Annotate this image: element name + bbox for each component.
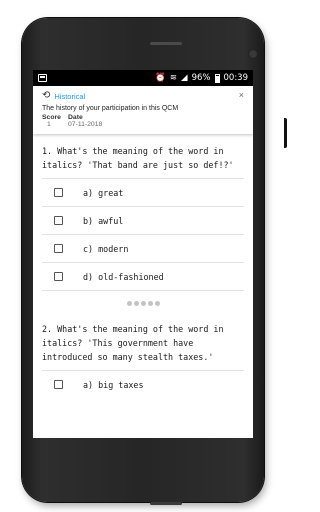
answer-option[interactable]: b) awful — [42, 206, 244, 234]
answer-label: c) modern — [83, 243, 129, 254]
answer-option[interactable]: d) old-fashioned — [42, 262, 244, 290]
question-text: 1. What's the meaning of the word in ita… — [42, 146, 234, 170]
close-icon[interactable]: × — [239, 90, 244, 100]
battery-icon — [214, 73, 220, 83]
answer-label: d) old-fashioned — [83, 271, 164, 282]
notification-icon — [38, 74, 47, 82]
clock: 00:39 — [223, 73, 249, 83]
answer-option[interactable]: c) modern — [42, 234, 244, 262]
status-bar: ⏰ ≋ ◢ 96% 00:39 — [33, 70, 253, 86]
pager-dot — [154, 301, 160, 306]
earpiece-speaker — [150, 42, 182, 45]
history-subtitle: The history of your participation in thi… — [42, 105, 179, 112]
score-header: Score — [42, 114, 61, 121]
history-title: Historical — [54, 91, 86, 101]
history-table: Score Date 1 07-11-2018 — [42, 114, 244, 128]
answer-checkbox[interactable] — [54, 188, 63, 197]
answer-option[interactable]: a) big taxes — [42, 370, 244, 398]
pager-dot — [126, 301, 132, 306]
answer-checkbox[interactable] — [54, 244, 63, 253]
front-camera — [248, 49, 258, 59]
answer-checkbox[interactable] — [54, 272, 63, 281]
history-card: ⟲ Historical × The history of your parti… — [33, 86, 253, 134]
score-value: 1 — [47, 121, 51, 128]
bottom-speaker — [150, 502, 182, 505]
pager-dot — [140, 301, 146, 306]
pager-dot — [133, 301, 139, 306]
answer-checkbox[interactable] — [54, 380, 63, 389]
app-screen: ⏰ ≋ ◢ 96% 00:39 ⟲ Historical × The histo… — [33, 70, 253, 438]
pager-dot — [147, 301, 153, 306]
date-value: 07-11-2018 — [68, 121, 103, 128]
answer-checkbox[interactable] — [54, 216, 63, 225]
question-text: 2. What's the meaning of the word in ita… — [42, 324, 224, 362]
answer-label: a) big taxes — [83, 379, 144, 390]
answer-label: b) awful — [83, 215, 124, 226]
answer-option[interactable]: a) great — [42, 178, 244, 206]
alarm-icon: ⏰ — [155, 73, 166, 83]
battery-percent: 96% — [191, 73, 211, 83]
date-header: Date — [68, 114, 83, 121]
history-icon: ⟲ — [42, 90, 51, 101]
power-button — [284, 118, 287, 148]
signal-icon: ◢ — [181, 73, 188, 83]
answer-label: a) great — [83, 187, 124, 198]
wifi-icon: ≋ — [169, 73, 178, 83]
loading-dots — [33, 291, 253, 312]
